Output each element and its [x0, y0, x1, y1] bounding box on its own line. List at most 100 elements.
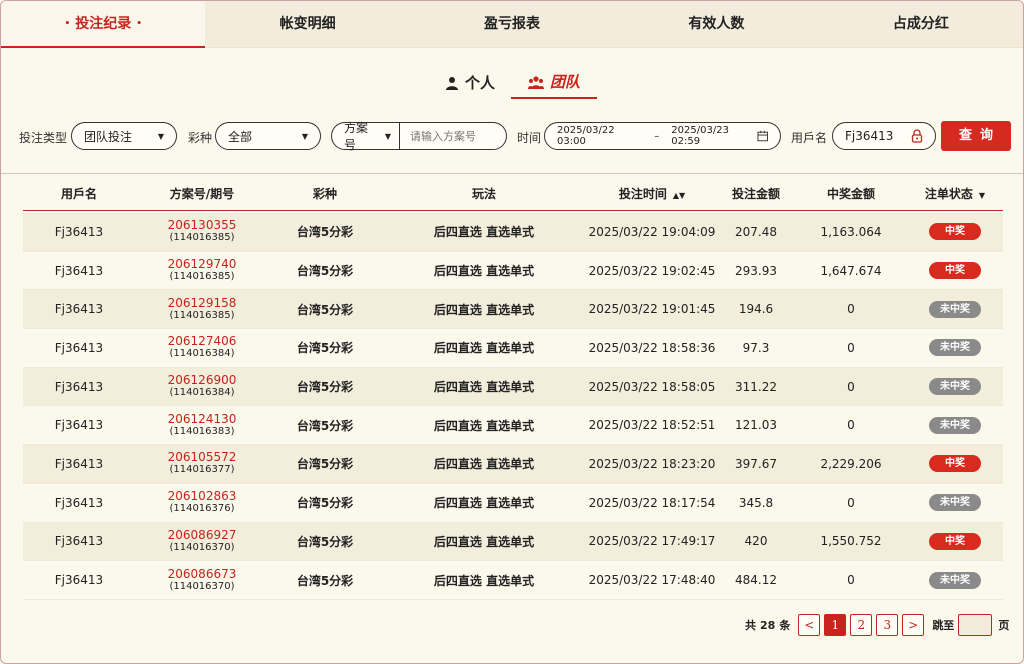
plan-number-link[interactable]: 206127406 — [135, 335, 269, 348]
issue-number: (114016376) — [169, 503, 235, 515]
cell-bet-amount: 207.48 — [735, 224, 777, 239]
tab-active-users[interactable]: 有效人数 — [614, 1, 818, 47]
tab-team[interactable]: 团队 — [511, 67, 597, 99]
header-win-amount: 中奖金额 — [826, 187, 875, 201]
tab-personal-label: 个人 — [465, 74, 496, 92]
status-badge: 中奖 — [929, 532, 981, 550]
table-row: Fj36413 206127406 (114016384) 台湾5分彩 后四直选 直选单… — [23, 329, 1003, 368]
dot-icon: • — [64, 19, 71, 29]
page-button-1[interactable]: 1 — [824, 614, 847, 636]
issue-number: (114016370) — [169, 541, 235, 553]
cell-bet-amount: 97.3 — [742, 340, 770, 355]
cell-bet-time: 2025/03/22 19:02:45 — [588, 263, 716, 278]
status-badge: 未中奖 — [929, 339, 981, 357]
plan-number-input[interactable] — [410, 129, 506, 143]
plan-type-select[interactable]: 方案号 ▼ — [332, 121, 400, 152]
tab-account-changes[interactable]: 帐变明细 — [205, 1, 409, 47]
plan-number-link[interactable]: 206124130 — [135, 412, 269, 426]
cell-username: Fj36413 — [54, 573, 104, 588]
chevron-down-icon: ▼ — [384, 131, 391, 141]
cell-bet-time: 2025/03/22 17:49:17 — [588, 534, 716, 549]
calendar-icon — [757, 130, 768, 142]
time-label: 时间 — [517, 131, 542, 145]
cell-status: 未中奖 — [907, 300, 1003, 318]
plan-number-link[interactable]: 206129740 — [135, 258, 269, 271]
query-button[interactable]: 查询 — [941, 121, 1011, 151]
lottery-select[interactable]: 全部 ▼ — [215, 122, 321, 150]
cell-play: 后四直选 直选单式 — [433, 573, 535, 588]
cell-bet-amount: 397.67 — [735, 456, 777, 471]
divider — [1, 173, 1023, 174]
date-range-picker[interactable]: 2025/03/22 03:00 – 2025/03/23 02:59 — [544, 122, 781, 150]
plan-number-link[interactable]: 206105572 — [135, 451, 269, 464]
issue-number: (114016370) — [169, 580, 235, 592]
tab-bet-records[interactable]: • 投注纪录 • — [1, 1, 206, 48]
tab-label: 盈亏报表 — [484, 16, 541, 32]
table-row: Fj36413 206124130 (114016383) 台湾5分彩 后四直选 直选单… — [23, 406, 1003, 446]
cell-bet-time: 2025/03/22 18:58:36 — [588, 340, 716, 355]
plan-type-value: 方案号 — [344, 121, 369, 152]
status-badge: 中奖 — [929, 223, 981, 241]
header-bet-amount: 投注金额 — [731, 187, 780, 201]
page-button-3[interactable]: 3 — [876, 614, 899, 636]
header-status[interactable]: 注单状态 ▼ — [907, 185, 1003, 202]
cell-status: 未中奖 — [907, 339, 1003, 357]
issue-number: (114016385) — [169, 309, 235, 321]
status-badge: 未中奖 — [929, 378, 981, 396]
cell-bet-time: 2025/03/22 19:04:09 — [588, 224, 716, 239]
cell-play: 后四直选 直选单式 — [433, 534, 535, 549]
date-end: 2025/03/23 02:59 — [671, 125, 729, 147]
cell-plan-issue: 206130355 (114016385) — [135, 219, 269, 244]
chevron-down-icon: ▼ — [157, 131, 164, 141]
plan-number-link[interactable]: 206102863 — [135, 490, 269, 503]
username-input[interactable]: Fj36413 — [832, 122, 936, 150]
issue-number: (114016383) — [169, 425, 235, 437]
cell-win-amount: 0 — [847, 379, 855, 394]
username-label: 用戶名 — [791, 131, 828, 145]
tab-team-label: 团队 — [549, 73, 580, 91]
plan-search-group: 方案号 ▼ — [331, 121, 507, 152]
header-bet-time[interactable]: 投注时间 ▲▼ — [587, 185, 717, 202]
cell-play: 后四直选 直选单式 — [433, 380, 535, 395]
cell-lottery: 台湾5分彩 — [296, 457, 354, 472]
cell-plan-issue: 206105572 (114016377) — [135, 451, 269, 476]
cell-username: Fj36413 — [54, 495, 104, 510]
table-row: Fj36413 206129158 (114016385) 台湾5分彩 后四直选 直选单… — [23, 290, 1003, 330]
table-row: Fj36413 206086673 (114016370) 台湾5分彩 后四直选 直选单… — [23, 561, 1003, 600]
cell-lottery: 台湾5分彩 — [296, 380, 354, 395]
page-button-2[interactable]: 2 — [850, 614, 873, 636]
tab-dividend[interactable]: 占成分红 — [819, 1, 1023, 47]
cell-win-amount: 1,550.752 — [820, 534, 882, 549]
cell-play: 后四直选 直选单式 — [433, 457, 535, 472]
tab-profit-report[interactable]: 盈亏报表 — [410, 1, 614, 47]
table-row: Fj36413 206126900 (114016384) 台湾5分彩 后四直选 直选单… — [23, 367, 1003, 407]
next-page-button[interactable]: > — [902, 614, 925, 636]
tab-label: 有效人数 — [688, 16, 745, 32]
status-badge: 未中奖 — [929, 494, 981, 512]
bet-type-select[interactable]: 团队投注 ▼ — [71, 122, 177, 150]
tab-personal[interactable]: 个人 — [445, 67, 495, 99]
cell-username: Fj36413 — [54, 418, 104, 433]
plan-number-link[interactable]: 206086673 — [135, 567, 269, 581]
cell-status: 中奖 — [907, 455, 1003, 473]
tab-label: 占成分红 — [892, 16, 949, 32]
status-badge: 未中奖 — [929, 416, 981, 434]
cell-plan-issue: 206086927 (114016370) — [135, 528, 269, 554]
header-username: 用戶名 — [60, 187, 97, 201]
jump-page-input[interactable] — [958, 614, 993, 636]
cell-bet-time: 2025/03/22 18:58:05 — [588, 379, 716, 394]
lock-icon — [911, 129, 923, 143]
plan-number-link[interactable]: 206130355 — [135, 219, 269, 232]
cell-username: Fj36413 — [54, 456, 104, 471]
cell-bet-time: 2025/03/22 18:17:54 — [588, 495, 716, 510]
bet-type-value: 团队投注 — [84, 129, 133, 144]
plan-number-link[interactable]: 206129158 — [135, 296, 269, 310]
prev-page-button[interactable]: < — [798, 614, 821, 636]
cell-status: 中奖 — [907, 262, 1003, 280]
plan-number-link[interactable]: 206086927 — [135, 528, 269, 542]
filter-icon: ▼ — [978, 191, 986, 200]
cell-bet-time: 2025/03/22 17:48:40 — [588, 573, 716, 588]
pagination: 共 28 条 < 1 2 3 > 跳至 页 — [745, 613, 1009, 637]
plan-number-link[interactable]: 206126900 — [135, 374, 269, 387]
cell-win-amount: 0 — [847, 302, 855, 317]
